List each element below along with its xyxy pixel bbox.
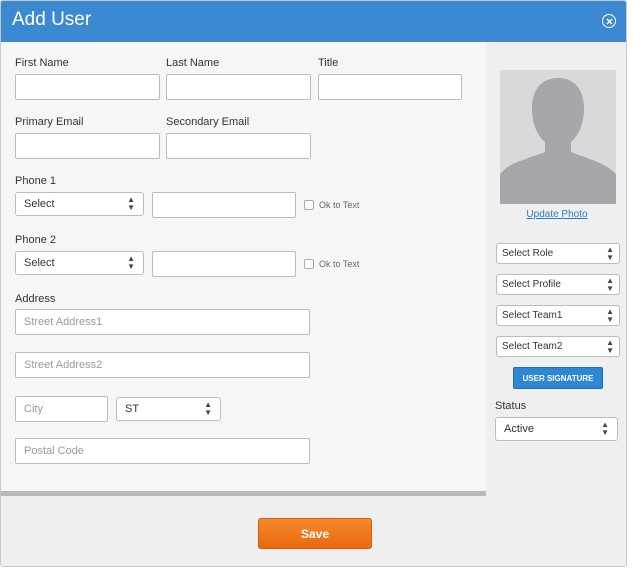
- primary-email-field[interactable]: [15, 133, 160, 159]
- title-field[interactable]: [318, 74, 462, 100]
- chevron-updown-icon: ▲ ▼: [606, 244, 614, 262]
- phone1-label: Phone 1: [15, 175, 56, 187]
- role-value: Select Role: [502, 248, 554, 259]
- form-panel: First Name Last Name Title Primary Email…: [1, 42, 486, 496]
- secondary-email-field[interactable]: [166, 133, 311, 159]
- avatar: [500, 70, 616, 204]
- role-select[interactable]: Select Role ▲ ▼: [496, 243, 620, 264]
- phone2-number-field[interactable]: [152, 251, 296, 277]
- first-name-field[interactable]: [15, 74, 160, 100]
- phone2-ok-to-text[interactable]: Ok to Text: [304, 259, 359, 269]
- phone2-label: Phone 2: [15, 234, 56, 246]
- chevron-updown-icon: ▲ ▼: [606, 306, 614, 324]
- checkbox[interactable]: [304, 200, 314, 210]
- chevron-updown-icon: ▲ ▼: [606, 275, 614, 293]
- address-label: Address: [15, 293, 56, 305]
- postal-code-field[interactable]: [15, 438, 310, 464]
- user-signature-button[interactable]: USER SIGNATURE: [513, 367, 603, 389]
- checkbox[interactable]: [304, 259, 314, 269]
- state-value: ST: [125, 403, 140, 415]
- chevron-updown-icon: ▲ ▼: [127, 254, 135, 271]
- profile-value: Select Profile: [502, 279, 561, 290]
- save-button[interactable]: Save: [258, 518, 372, 549]
- phone2-type-value: Select: [24, 257, 55, 269]
- status-value: Active: [504, 423, 534, 435]
- team1-select[interactable]: Select Team1 ▲ ▼: [496, 305, 620, 326]
- close-icon[interactable]: [602, 14, 616, 28]
- chevron-updown-icon: ▲ ▼: [127, 195, 135, 212]
- phone1-number-field[interactable]: [152, 192, 296, 218]
- secondary-email-label: Secondary Email: [166, 116, 250, 128]
- team2-value: Select Team2: [502, 341, 563, 352]
- chevron-updown-icon: ▲ ▼: [204, 400, 212, 417]
- last-name-label: Last Name: [166, 57, 220, 69]
- ok-to-text-label: Ok to Text: [319, 200, 360, 210]
- update-photo-link[interactable]: Update Photo: [486, 209, 626, 220]
- city-field[interactable]: [15, 396, 108, 422]
- phone2-type-select[interactable]: Select ▲ ▼: [15, 251, 144, 275]
- phone1-type-value: Select: [24, 198, 55, 210]
- side-panel: Update Photo Select Role ▲ ▼ Select Profi…: [486, 42, 626, 496]
- street-address1-field[interactable]: [15, 309, 310, 335]
- title-label: Title: [318, 57, 339, 69]
- dialog-title: Add User: [12, 9, 92, 30]
- state-select[interactable]: ST ▲ ▼: [116, 397, 221, 421]
- phone1-type-select[interactable]: Select ▲ ▼: [15, 192, 144, 216]
- team2-select[interactable]: Select Team2 ▲ ▼: [496, 336, 620, 357]
- chevron-updown-icon: ▲ ▼: [601, 420, 609, 437]
- chevron-updown-icon: ▲ ▼: [606, 337, 614, 355]
- profile-select[interactable]: Select Profile ▲ ▼: [496, 274, 620, 295]
- phone1-ok-to-text[interactable]: Ok to Text: [304, 200, 359, 210]
- street-address2-field[interactable]: [15, 352, 310, 378]
- dialog-header: Add User: [1, 1, 626, 42]
- status-select[interactable]: Active ▲ ▼: [495, 417, 618, 441]
- add-user-dialog: Add User First Name Last Name Title Prim…: [0, 0, 627, 567]
- last-name-field[interactable]: [166, 74, 311, 100]
- primary-email-label: Primary Email: [15, 116, 84, 128]
- ok-to-text-label: Ok to Text: [319, 259, 360, 269]
- person-silhouette-icon: [500, 78, 616, 204]
- status-label: Status: [495, 400, 527, 412]
- team1-value: Select Team1: [502, 310, 563, 321]
- first-name-label: First Name: [15, 57, 69, 69]
